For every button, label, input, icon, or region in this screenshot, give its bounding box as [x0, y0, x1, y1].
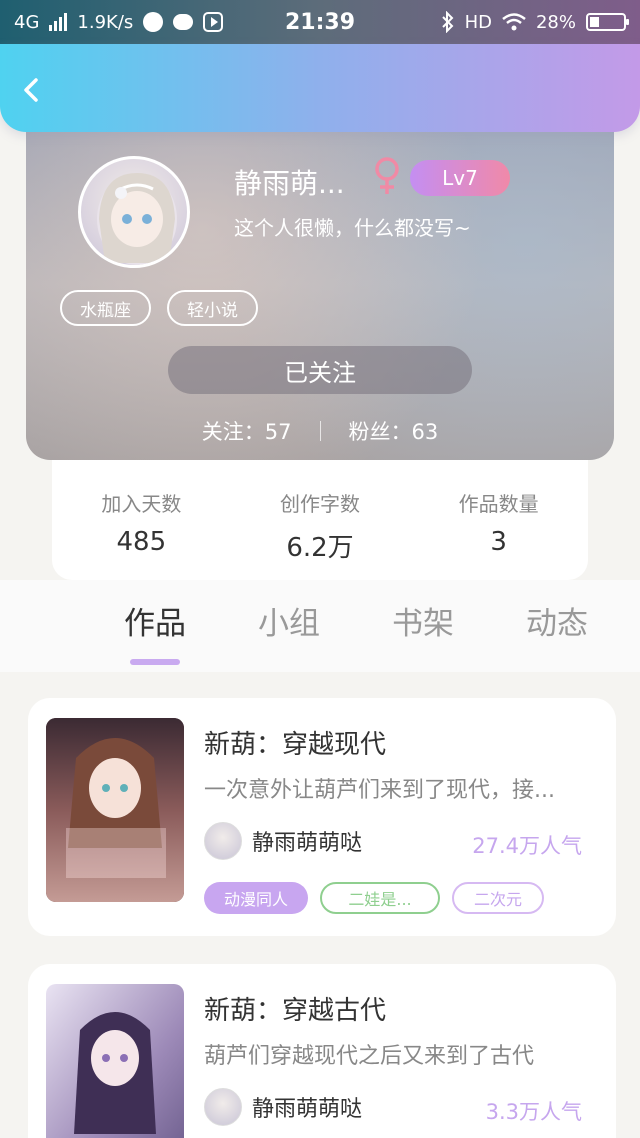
author-name: 静雨萌萌哒	[252, 1097, 363, 1122]
author-avatar	[204, 1088, 242, 1126]
stat-word-count: 创作字数 6.2万	[231, 460, 410, 580]
follow-counts: 关注：57 粉丝：63	[26, 416, 614, 446]
top-header	[0, 44, 640, 132]
stat-value: 3	[490, 527, 507, 557]
profile-tag[interactable]: 轻小说	[167, 290, 258, 326]
book-cover[interactable]	[46, 718, 184, 902]
bluetooth-icon	[441, 11, 453, 33]
book-cover[interactable]	[46, 984, 184, 1138]
wifi-icon	[502, 13, 526, 31]
cover-image	[46, 718, 184, 902]
media-notification-icon	[203, 12, 224, 32]
stat-value: 485	[116, 527, 167, 557]
stat-work-count: 作品数量 3	[409, 460, 588, 580]
tab-bookshelf[interactable]: 书架	[378, 598, 468, 643]
battery-icon	[586, 13, 629, 31]
stat-label: 加入天数	[101, 492, 182, 516]
nickname: 静雨萌...	[234, 167, 345, 200]
following-label: 关注：	[201, 420, 265, 444]
level-badge: Lv7	[410, 160, 510, 196]
following-count: 57	[264, 420, 292, 444]
work-card[interactable]: 新葫：穿越现代 一次意外让葫芦们来到了现代，接... 静雨萌萌哒 27.4万人气…	[28, 698, 616, 936]
stat-value: 6.2万	[286, 533, 354, 563]
tab-works[interactable]: 作品	[110, 598, 200, 665]
profile-tags: 水瓶座 轻小说	[60, 290, 258, 326]
avatar-illustration	[97, 173, 177, 265]
work-tag[interactable]: 二次元	[452, 882, 544, 914]
work-title: 新葫：穿越古代	[204, 996, 387, 1026]
stat-label: 创作字数	[280, 492, 360, 516]
status-bar: 4G 1.9K/s 21:39 HD 28%	[0, 0, 640, 44]
chat-notification-icon	[173, 14, 194, 30]
stats-card: 加入天数 485 创作字数 6.2万 作品数量 3	[52, 460, 588, 580]
hd-label: HD	[464, 11, 492, 33]
work-card[interactable]: 新葫：穿越古代 葫芦们穿越现代之后又来到了古代 静雨萌萌哒 3.3万人气	[28, 964, 616, 1138]
fans-stat[interactable]: 粉丝：63	[349, 416, 439, 446]
tab-groups[interactable]: 小组	[244, 598, 334, 643]
stat-label: 作品数量	[458, 492, 539, 516]
fans-label: 粉丝：	[348, 420, 412, 444]
work-tags: 动漫同人 二娃是... 二次元	[204, 882, 544, 914]
work-tag[interactable]: 动漫同人	[204, 882, 308, 914]
profile-card: 静雨萌... Lv7 这个人很懒，什么都没写~ 水瓶座 轻小说 已关注 关注：5…	[26, 108, 614, 460]
work-description: 一次意外让葫芦们来到了现代，接...	[204, 778, 555, 803]
fans-count: 63	[411, 420, 439, 444]
follow-button[interactable]: 已关注	[168, 346, 472, 394]
popularity: 3.3万人气	[485, 1100, 582, 1124]
work-title: 新葫：穿越现代	[204, 730, 387, 760]
author-avatar	[204, 822, 242, 860]
author-row: 静雨萌萌哒	[204, 822, 362, 860]
bio-text: 这个人很懒，什么都没写~	[234, 216, 471, 240]
following-stat[interactable]: 关注：57	[202, 416, 292, 446]
cover-image	[46, 984, 184, 1138]
chevron-left-icon[interactable]	[16, 74, 48, 106]
author-name: 静雨萌萌哒	[252, 831, 363, 856]
popularity: 27.4万人气	[472, 834, 582, 858]
network-speed: 1.9K/s	[77, 11, 134, 33]
notification-app-icon	[143, 12, 164, 32]
avatar[interactable]	[78, 156, 190, 268]
tab-activity[interactable]: 动态	[512, 598, 602, 643]
stat-join-days: 加入天数 485	[52, 460, 231, 580]
signal-icon	[49, 13, 68, 31]
work-tag[interactable]: 二娃是...	[320, 882, 440, 914]
tab-bar: 作品 小组 书架 动态	[0, 580, 640, 672]
female-icon	[375, 157, 399, 194]
profile-tag[interactable]: 水瓶座	[60, 290, 151, 326]
divider	[319, 421, 321, 441]
author-row: 静雨萌萌哒	[204, 1088, 362, 1126]
network-label: 4G	[14, 11, 40, 33]
work-description: 葫芦们穿越现代之后又来到了古代	[204, 1044, 535, 1069]
battery-fill	[590, 17, 599, 27]
battery-percent: 28%	[535, 11, 576, 33]
